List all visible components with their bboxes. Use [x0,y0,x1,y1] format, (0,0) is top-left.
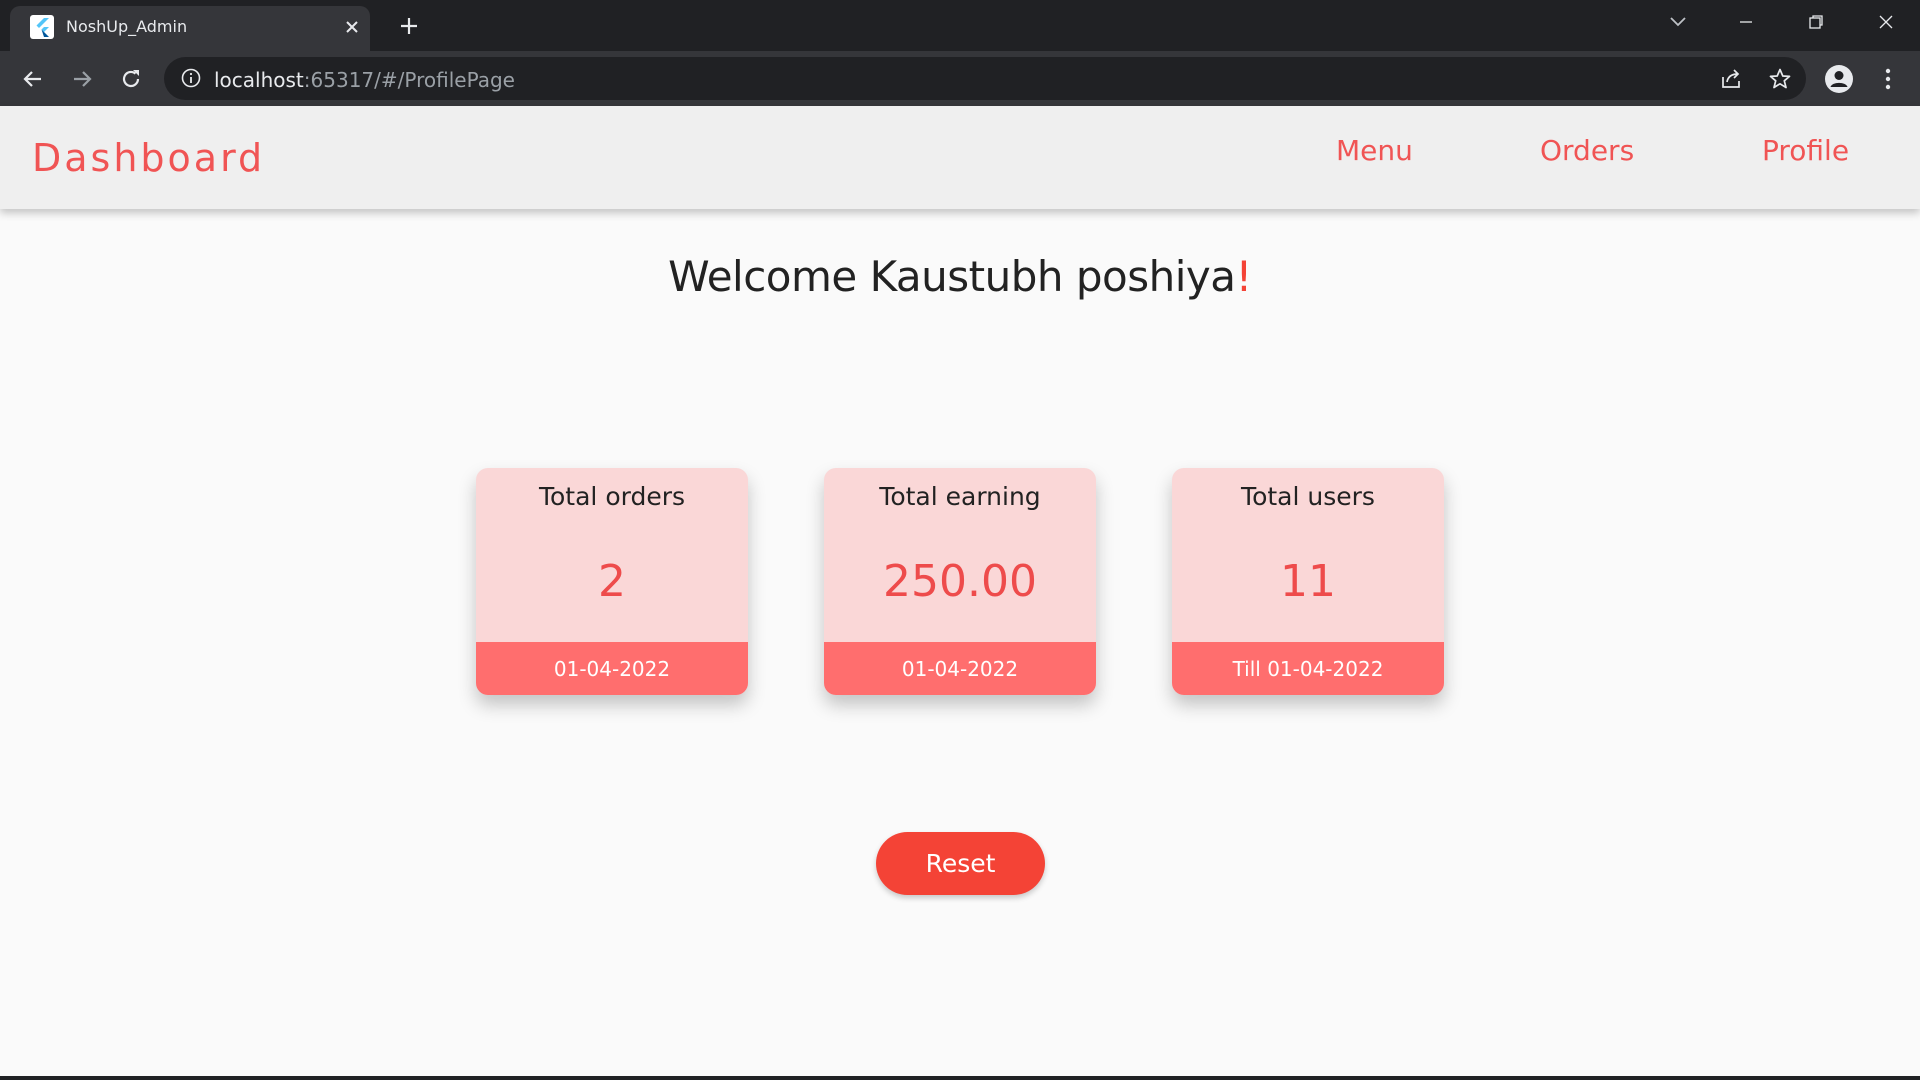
forward-arrow-icon[interactable] [67,64,97,94]
browser-toolbar: localhost:65317/#/ProfilePage [0,51,1920,106]
info-icon[interactable] [180,67,202,89]
chevron-down-icon[interactable] [1666,12,1690,32]
card-value: 11 [1280,556,1336,607]
card-footer: 01-04-2022 [476,642,748,695]
nav-orders-link[interactable]: Orders [1540,134,1634,167]
address-bar[interactable]: localhost:65317/#/ProfilePage [164,57,1806,100]
browser-tabstrip: NoshUp_Admin [0,0,1920,51]
stat-card-earning: Total earning 250.00 01-04-2022 [824,468,1096,695]
kebab-menu-icon[interactable] [1876,64,1900,94]
plus-icon[interactable] [396,13,422,39]
card-date: Till 01-04-2022 [1232,656,1384,681]
card-footer: 01-04-2022 [824,642,1096,695]
url-text[interactable]: localhost:65317/#/ProfilePage [214,68,515,92]
url-path: :65317/#/ProfilePage [303,68,515,92]
minimize-icon[interactable] [1726,8,1766,36]
back-arrow-icon[interactable] [18,64,48,94]
stat-card-orders: Total orders 2 01-04-2022 [476,468,748,695]
reset-button[interactable]: Reset [876,832,1045,895]
reload-icon[interactable] [116,64,146,94]
restore-icon[interactable] [1796,8,1836,36]
window-close-icon[interactable] [1866,8,1906,36]
card-footer: Till 01-04-2022 [1172,642,1444,695]
nav-profile-link[interactable]: Profile [1762,134,1849,167]
stat-card-users: Total users 11 Till 01-04-2022 [1172,468,1444,695]
welcome-text: Welcome Kaustubh poshiya [668,252,1236,301]
brand-title: Dashboard [32,136,266,180]
card-title: Total orders [538,482,686,511]
profile-icon[interactable] [1822,62,1856,96]
welcome-heading: Welcome Kaustubh poshiya! [0,252,1920,301]
card-value: 250.00 [883,556,1037,607]
card-date: 01-04-2022 [553,656,671,681]
app-header: Dashboard Menu Orders Profile [0,106,1920,209]
card-title: Total users [1241,482,1375,511]
star-icon[interactable] [1767,66,1793,92]
tab-title: NoshUp_Admin [66,17,188,36]
browser-tab[interactable]: NoshUp_Admin [10,6,370,51]
close-icon[interactable] [340,15,364,39]
welcome-exclamation: ! [1235,252,1253,301]
card-title: Total earning [879,482,1041,511]
share-icon[interactable] [1718,66,1744,92]
nav-menu-link[interactable]: Menu [1336,134,1413,167]
url-host: localhost [214,68,304,92]
card-date: 01-04-2022 [901,656,1019,681]
window-bottom-edge [0,1076,1920,1080]
card-value: 2 [598,556,626,607]
flutter-favicon-icon [30,15,54,39]
